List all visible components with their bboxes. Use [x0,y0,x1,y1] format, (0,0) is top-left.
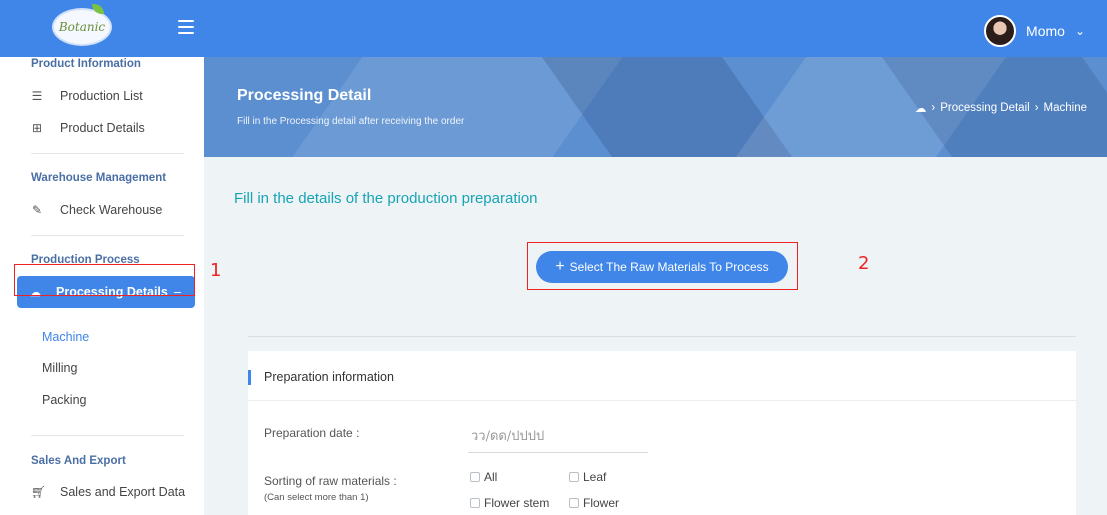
edit-icon: ✎ [31,203,43,217]
checkbox-all[interactable]: All [470,470,497,484]
sidebar-item-label: Production List [60,89,143,103]
section-title-sales: Sales And Export [31,455,126,467]
section-title-warehouse: Warehouse Management [31,172,167,184]
sidebar-item-label: Check Warehouse [60,203,163,217]
chevron-down-icon: ⌄ [1074,24,1085,38]
home-icon[interactable]: ☁ [915,101,927,115]
sidebar-item-sales-export-data[interactable]: 🛒︎ Sales and Export Data [31,485,185,499]
checkbox-icon [569,472,579,482]
user-name: Momo [1026,23,1065,39]
checkbox-icon [470,498,480,508]
annotation-box-1 [14,264,195,296]
list-icon: ☰ [31,89,43,103]
divider [31,435,184,436]
checkbox-flower-stem[interactable]: Flower stem [470,496,549,510]
sidebar-subitem-packing[interactable]: Packing [42,393,86,407]
date-label: Preparation date : [264,426,360,440]
checkbox-icon [569,498,579,508]
top-navbar: Botanic Momo ⌄ [0,0,1107,57]
annotation-number-2: 2 [858,253,870,274]
sidebar-subitem-milling[interactable]: Milling [42,361,77,375]
cart-icon: 🛒︎ [31,485,47,499]
logo-text: Botanic [58,20,106,34]
breadcrumb: ☁ › Processing Detail › Machine [914,101,1087,115]
card-title: Preparation information [264,370,394,384]
divider [31,153,184,154]
section-heading: Fill in the details of the production pr… [234,190,538,207]
sidebar-item-check-warehouse[interactable]: ✎ Check Warehouse [31,203,162,217]
sidebar-subitem-machine[interactable]: Machine [42,330,89,344]
breadcrumb-item[interactable]: Processing Detail [940,102,1029,114]
divider [31,235,184,236]
breadcrumb-item: Machine [1043,102,1087,114]
page-title: Processing Detail [237,87,372,104]
sidebar-item-label: Sales and Export Data [60,485,186,499]
sorting-hint: (Can select more than 1) [264,492,369,503]
avatar [984,15,1017,47]
sidebar-item-production-list[interactable]: ☰ Production List [31,89,143,103]
user-menu[interactable]: Momo ⌄ [984,15,1085,47]
preparation-card: Preparation information Preparation date… [248,351,1076,515]
annotation-box-2 [527,242,798,290]
menu-toggle-icon[interactable] [178,20,194,34]
annotation-number-1: 1 [210,260,222,281]
preparation-date-input[interactable] [468,421,648,453]
leaf-icon [92,4,104,14]
checkbox-leaf[interactable]: Leaf [569,470,606,484]
sidebar-item-product-details[interactable]: ⊞ Product Details [31,121,145,135]
sidebar-item-label: Product Details [60,121,145,135]
sorting-label: Sorting of raw materials : [264,474,397,488]
checkbox-flower[interactable]: Flower [569,496,619,510]
card-header: Preparation information [248,351,1076,401]
divider [248,336,1076,337]
botanic-logo[interactable]: Botanic [52,4,112,46]
accent-bar [248,370,251,385]
page-subtitle: Fill in the Processing detail after rece… [237,116,465,127]
section-title-product-information: Product Information [31,58,141,70]
grid-icon: ⊞ [31,121,43,135]
checkbox-icon [470,472,480,482]
page-banner: Processing Detail Fill in the Processing… [204,57,1107,157]
